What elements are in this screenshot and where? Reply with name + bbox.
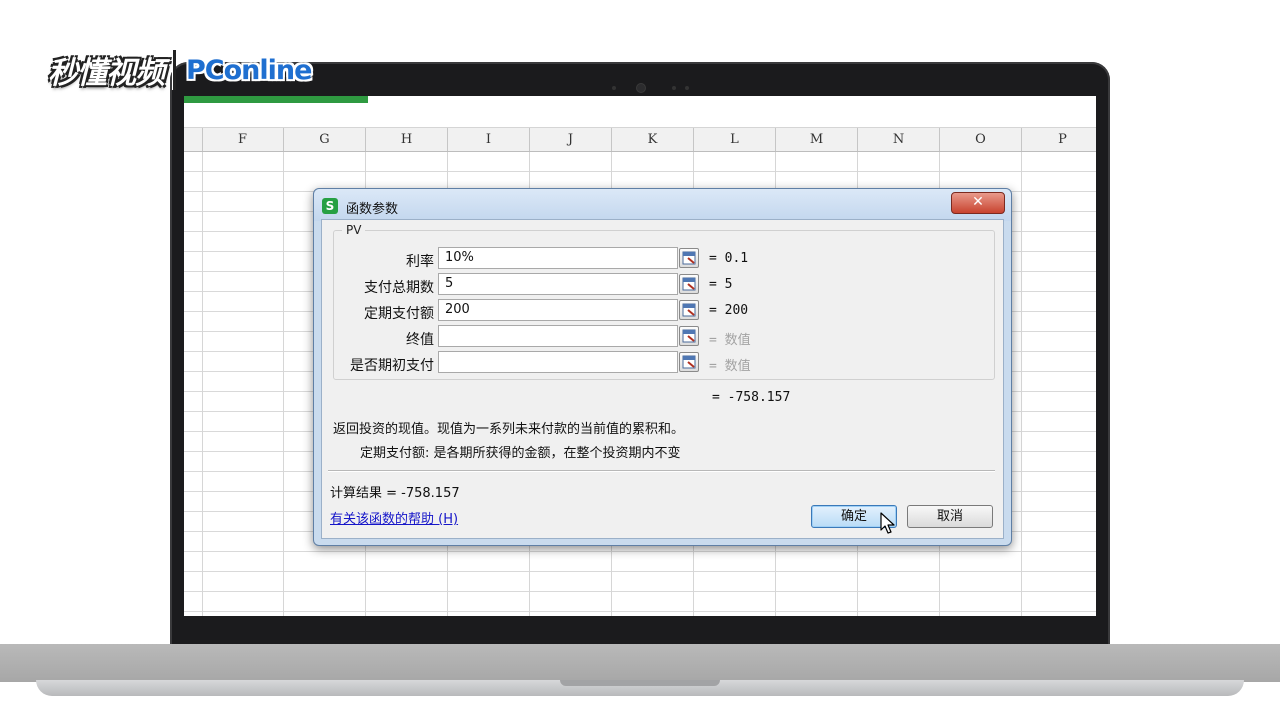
wps-spreadsheet-icon: S bbox=[322, 198, 338, 214]
column-header-i[interactable]: I bbox=[448, 128, 530, 151]
column-header-n[interactable]: N bbox=[858, 128, 940, 151]
camera-icon bbox=[637, 84, 645, 92]
type-input[interactable] bbox=[438, 351, 678, 373]
param-row-type: 是否期初支付 = 数值 bbox=[334, 351, 994, 375]
sensor-dot bbox=[685, 86, 689, 90]
column-header-p[interactable]: P bbox=[1022, 128, 1096, 151]
param-result: = 200 bbox=[709, 303, 749, 318]
nper-input[interactable]: 5 bbox=[438, 273, 678, 295]
range-select-icon[interactable] bbox=[679, 248, 699, 268]
dialog-title: 函数参数 bbox=[346, 202, 399, 217]
cancel-button[interactable]: 取消 bbox=[907, 505, 993, 528]
param-description: 定期支付额: 是各期所获得的金额，在整个投资期内不变 bbox=[360, 446, 681, 461]
watermark-logo: 秒懂视频 PConline bbox=[48, 46, 312, 94]
function-description: 返回投资的现值。现值为一系列未来付款的当前值的累积和。 bbox=[333, 422, 685, 437]
param-result: = 数值 bbox=[709, 333, 751, 348]
help-link[interactable]: 有关该函数的帮助 (H) bbox=[330, 508, 458, 527]
corner-cell[interactable] bbox=[184, 128, 203, 151]
column-header-h[interactable]: H bbox=[366, 128, 448, 151]
brand-right-logo: PConline bbox=[186, 54, 312, 86]
param-label: 是否期初支付 bbox=[350, 358, 434, 374]
param-result: = 数值 bbox=[709, 359, 751, 374]
divider bbox=[328, 470, 995, 472]
laptop-base-band bbox=[0, 644, 1280, 682]
param-label: 定期支付额 bbox=[364, 306, 434, 322]
param-row-rate: 利率 10% = 0.1 bbox=[334, 247, 994, 271]
pmt-input[interactable]: 200 bbox=[438, 299, 678, 321]
param-result: = 5 bbox=[709, 277, 733, 292]
range-select-icon[interactable] bbox=[679, 352, 699, 372]
brand-left-logo: 秒懂视频 bbox=[48, 56, 165, 91]
column-header-l[interactable]: L bbox=[694, 128, 776, 151]
dialog-title-bar[interactable]: S 函数参数 ✕ bbox=[314, 189, 1011, 221]
dialog-body: PV 利率 10% = 0.1 支付总期数 5 = 5 定期支付额 200 = … bbox=[321, 219, 1004, 539]
param-label: 利率 bbox=[406, 254, 434, 270]
column-header-m[interactable]: M bbox=[776, 128, 858, 151]
param-row-nper: 支付总期数 5 = 5 bbox=[334, 273, 994, 297]
logo-separator bbox=[172, 50, 176, 90]
laptop-notch bbox=[560, 680, 720, 686]
param-row-fv: 终值 = 数值 bbox=[334, 325, 994, 349]
sensor-dot bbox=[672, 86, 676, 90]
sensor-dot bbox=[612, 86, 616, 90]
column-header-g[interactable]: G bbox=[284, 128, 366, 151]
arguments-group: PV 利率 10% = 0.1 支付总期数 5 = 5 定期支付额 200 = … bbox=[333, 223, 995, 380]
range-select-icon[interactable] bbox=[679, 326, 699, 346]
param-label: 终值 bbox=[406, 332, 434, 348]
function-name: PV bbox=[342, 223, 366, 237]
param-row-pmt: 定期支付额 200 = 200 bbox=[334, 299, 994, 323]
range-select-icon[interactable] bbox=[679, 300, 699, 320]
mouse-cursor-icon bbox=[880, 512, 895, 534]
rate-input[interactable]: 10% bbox=[438, 247, 678, 269]
formula-result: = -758.157 bbox=[712, 390, 791, 405]
column-header-j[interactable]: J bbox=[530, 128, 612, 151]
fv-input[interactable] bbox=[438, 325, 678, 347]
ribbon-accent bbox=[184, 96, 368, 103]
calc-result: 计算结果 = -758.157 bbox=[330, 486, 460, 501]
formula-bar[interactable] bbox=[184, 103, 1096, 128]
close-button[interactable]: ✕ bbox=[951, 192, 1005, 214]
column-header-f[interactable]: F bbox=[202, 128, 284, 151]
column-header-o[interactable]: O bbox=[940, 128, 1022, 151]
param-label: 支付总期数 bbox=[364, 280, 434, 296]
column-header-row: F G H I J K L M N O P bbox=[184, 128, 1096, 152]
column-header-k[interactable]: K bbox=[612, 128, 694, 151]
function-arguments-dialog: S 函数参数 ✕ PV 利率 10% = 0.1 支付总期数 5 = 5 定期支… bbox=[313, 188, 1012, 546]
param-result: = 0.1 bbox=[709, 251, 749, 266]
range-select-icon[interactable] bbox=[679, 274, 699, 294]
